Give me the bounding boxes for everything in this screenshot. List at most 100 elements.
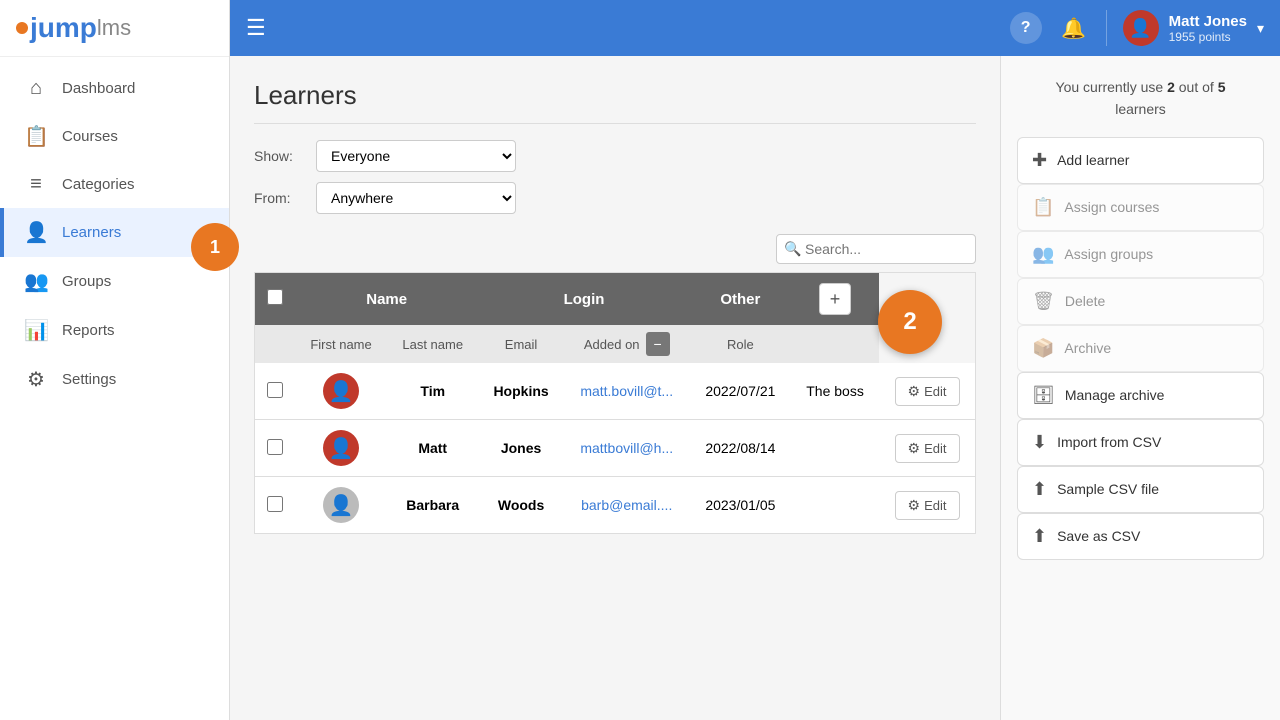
sidebar-item-reports[interactable]: 📊 Reports: [0, 306, 229, 355]
filters: Show: Everyone Active Inactive From: Any…: [254, 140, 976, 214]
dashboard-icon: ⌂: [24, 77, 48, 100]
role-2: [791, 477, 879, 534]
role-1: [791, 420, 879, 477]
sidebar-item-groups[interactable]: 👥 Groups: [0, 257, 229, 306]
main-wrapper: ☰ ? 🔔 👤 Matt Jones 1955 points ▾ Learner…: [230, 0, 1280, 720]
lastname-subheader: Last name: [387, 325, 478, 363]
delete-label: Delete: [1065, 293, 1105, 309]
usage-count: 2: [1167, 79, 1175, 95]
addedon-0: 2022/07/21: [690, 363, 791, 420]
name-header: Name: [295, 273, 478, 326]
firstname-2: Barbara: [387, 477, 478, 534]
sidebar-item-label: Categories: [62, 176, 135, 193]
row-checkbox-1[interactable]: [267, 439, 283, 455]
menu-button[interactable]: ☰: [246, 15, 266, 41]
learner-avatar-1: 👤: [323, 430, 359, 466]
sample-csv-label: Sample CSV file: [1057, 481, 1159, 497]
add-column-button[interactable]: +: [819, 283, 851, 315]
username: Matt Jones: [1169, 13, 1247, 30]
archive-label: Archive: [1064, 340, 1111, 356]
email-subheader: Email: [478, 325, 563, 363]
show-label: Show:: [254, 148, 304, 164]
add-learner-label: Add learner: [1057, 152, 1129, 168]
table-row: 👤 Matt Jones mattbovill@h... 2022/08/14 …: [255, 420, 976, 477]
save-csv-button[interactable]: ⬆Save as CSV: [1017, 513, 1264, 560]
sidebar-item-courses[interactable]: 📋 Courses: [0, 112, 229, 161]
actions-subheader: [791, 325, 879, 363]
sample-csv-button[interactable]: ⬆Sample CSV file: [1017, 466, 1264, 513]
email-1: mattbovill@h...: [564, 420, 690, 477]
sidebar-item-label: Learners: [62, 224, 121, 241]
badge-1: 1: [191, 223, 239, 271]
sidebar-item-label: Dashboard: [62, 80, 135, 97]
sidebar-item-label: Reports: [62, 322, 115, 339]
sidebar-item-categories[interactable]: ≡ Categories: [0, 161, 229, 208]
page-title: Learners: [254, 80, 976, 124]
sidebar-item-settings[interactable]: ⚙ Settings: [0, 355, 229, 404]
assign-groups-icon: 👥: [1032, 244, 1054, 265]
assign-groups-button: 👥 Assign groups: [1017, 231, 1264, 278]
edit-button-1[interactable]: ⚙ Edit: [895, 434, 960, 463]
manage-archive-label: Manage archive: [1065, 387, 1165, 403]
help-button[interactable]: ?: [1010, 12, 1042, 44]
logo-dot: [16, 22, 28, 34]
assign-courses-icon: 📋: [1032, 197, 1054, 218]
user-menu[interactable]: 👤 Matt Jones 1955 points ▾: [1106, 10, 1264, 46]
row-checkbox-2[interactable]: [267, 496, 283, 512]
usage-text: You currently use 2 out of 5 learners: [1017, 76, 1264, 121]
learners-icon: 👤: [24, 220, 48, 245]
main-content: Learners Show: Everyone Active Inactive …: [230, 56, 1280, 720]
assign-groups-label: Assign groups: [1064, 246, 1153, 262]
groups-icon: 👥: [24, 269, 48, 294]
assign-courses-button: 📋 Assign courses: [1017, 184, 1264, 231]
usage-prefix: You currently use: [1056, 79, 1168, 95]
assign-courses-label: Assign courses: [1064, 199, 1159, 215]
from-label: From:: [254, 190, 304, 206]
usage-suffix: learners: [1115, 101, 1166, 117]
delete-icon: 🗑: [1032, 291, 1055, 312]
search-bar: 🔍: [254, 234, 976, 264]
addedon-subheader: Added on −: [564, 325, 690, 363]
sidebar-nav: ⌂ Dashboard 📋 Courses ≡ Categories 👤 Lea…: [0, 57, 229, 720]
manage-archive-button[interactable]: 🗄 Manage archive: [1017, 372, 1264, 419]
categories-icon: ≡: [24, 173, 48, 196]
sidebar-item-dashboard[interactable]: ⌂ Dashboard: [0, 65, 229, 112]
sort-button[interactable]: −: [646, 332, 670, 356]
manage-archive-icon: 🗄: [1032, 385, 1055, 406]
archive-button: 📦 Archive: [1017, 325, 1264, 372]
content-area: Learners Show: Everyone Active Inactive …: [230, 56, 1000, 720]
email-2: barb@email....: [564, 477, 690, 534]
email-0: matt.bovill@t...: [564, 363, 690, 420]
edit-button-2[interactable]: ⚙ Edit: [895, 491, 960, 520]
add-learner-button[interactable]: ✚Add learner: [1017, 137, 1264, 184]
from-select[interactable]: Anywhere Location 1: [316, 182, 516, 214]
logo-lms: lms: [97, 15, 131, 41]
usage-total: 5: [1218, 79, 1226, 95]
row-checkbox-0[interactable]: [267, 382, 283, 398]
role-0: The boss: [791, 363, 879, 420]
save-csv-label: Save as CSV: [1057, 528, 1140, 544]
sidebar-item-learners[interactable]: 👤 Learners 1: [0, 208, 229, 257]
firstname-0: Tim: [387, 363, 478, 420]
learner-avatar-0: 👤: [323, 373, 359, 409]
select-all-checkbox[interactable]: [267, 289, 283, 305]
sidebar: jump lms ⌂ Dashboard 📋 Courses ≡ Categor…: [0, 0, 230, 720]
show-filter-row: Show: Everyone Active Inactive: [254, 140, 976, 172]
import-csv-icon: ⬇: [1032, 432, 1047, 453]
sidebar-item-label: Settings: [62, 371, 116, 388]
search-wrapper: 🔍: [776, 234, 976, 264]
edit-button-0[interactable]: ⚙ Edit: [895, 377, 960, 406]
archive-icon: 📦: [1032, 338, 1054, 359]
bell-button[interactable]: 🔔: [1058, 16, 1090, 41]
addedon-2: 2023/01/05: [690, 477, 791, 534]
logo: jump lms: [0, 0, 229, 57]
search-input[interactable]: [776, 234, 976, 264]
import-csv-button[interactable]: ⬇Import from CSV: [1017, 419, 1264, 466]
from-filter-row: From: Anywhere Location 1: [254, 182, 976, 214]
lastname-0: Hopkins: [478, 363, 563, 420]
show-select[interactable]: Everyone Active Inactive: [316, 140, 516, 172]
firstname-subheader: First name: [295, 325, 387, 363]
logo-jump: jump: [30, 12, 97, 44]
table-row: 👤 Barbara Woods barb@email.... 2023/01/0…: [255, 477, 976, 534]
user-points: 1955 points: [1169, 30, 1247, 44]
